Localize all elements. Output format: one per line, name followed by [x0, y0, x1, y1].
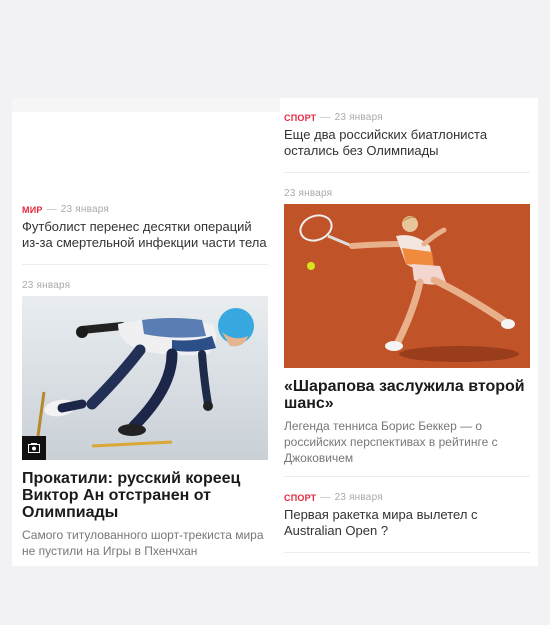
news-meta: Спорт — 23 января: [284, 112, 530, 123]
photo-badge-glyph: [28, 443, 40, 453]
news-meta: Спорт — 23 января: [284, 492, 530, 503]
news-time: 23 января: [60, 204, 110, 215]
divider: [284, 552, 530, 553]
rubric-label[interactable]: Спорт: [284, 113, 316, 123]
news-headline[interactable]: Футболист перенес десятки операций из-за…: [22, 219, 268, 251]
rubric-label[interactable]: Мир: [22, 205, 43, 215]
news-time: 23 января: [22, 280, 71, 291]
news-item-sharapova-text[interactable]: «Шарапова заслужила второй шанс» Легенда…: [284, 378, 530, 466]
speed-skater-image: [22, 296, 268, 460]
news-headline[interactable]: «Шарапова заслужила второй шанс»: [284, 378, 530, 412]
divider: [284, 476, 530, 477]
meta-dash: —: [320, 492, 331, 503]
skater-photo[interactable]: [22, 296, 268, 460]
rubric-label[interactable]: Спорт: [284, 493, 316, 503]
divider: [284, 172, 530, 173]
news-item-sharapova[interactable]: 23 января: [284, 188, 530, 199]
news-description: Самого титулованного шорт-трекиста мира …: [22, 528, 264, 558]
meta-dash: —: [46, 204, 57, 215]
tennis-player-image: [284, 204, 530, 368]
news-item-victor-an[interactable]: 23 января: [22, 280, 268, 291]
news-headline[interactable]: Прокатили: русский кореец Виктор Ан отст…: [22, 470, 268, 521]
news-time: 23 января: [334, 112, 383, 123]
news-item-australian-open[interactable]: Спорт — 23 января Первая ракетка мира вы…: [284, 492, 530, 539]
news-meta: 23 января: [22, 280, 268, 291]
meta-dash: —: [320, 112, 331, 123]
news-meta: Мир — 23 января: [22, 204, 268, 215]
news-item-victor-an-text[interactable]: Прокатили: русский кореец Виктор Ан отст…: [22, 470, 268, 559]
news-time: 23 января: [334, 492, 383, 503]
feed-top-band: [12, 98, 280, 112]
tennis-photo[interactable]: [284, 204, 530, 368]
divider: [22, 264, 268, 265]
news-item-biathlon[interactable]: Спорт — 23 января Еще два российских биа…: [284, 112, 530, 159]
news-time: 23 января: [284, 188, 333, 199]
gallery-icon[interactable]: [22, 436, 46, 460]
news-description: Легенда тенниса Борис Беккер — о российс…: [284, 419, 498, 465]
news-item-football[interactable]: Мир — 23 января Футболист перенес десятк…: [22, 204, 268, 251]
news-meta: 23 января: [284, 188, 530, 199]
news-headline[interactable]: Первая ракетка мира вылетел с Australian…: [284, 507, 530, 539]
news-headline[interactable]: Еще два российских биатлониста остались …: [284, 127, 530, 159]
